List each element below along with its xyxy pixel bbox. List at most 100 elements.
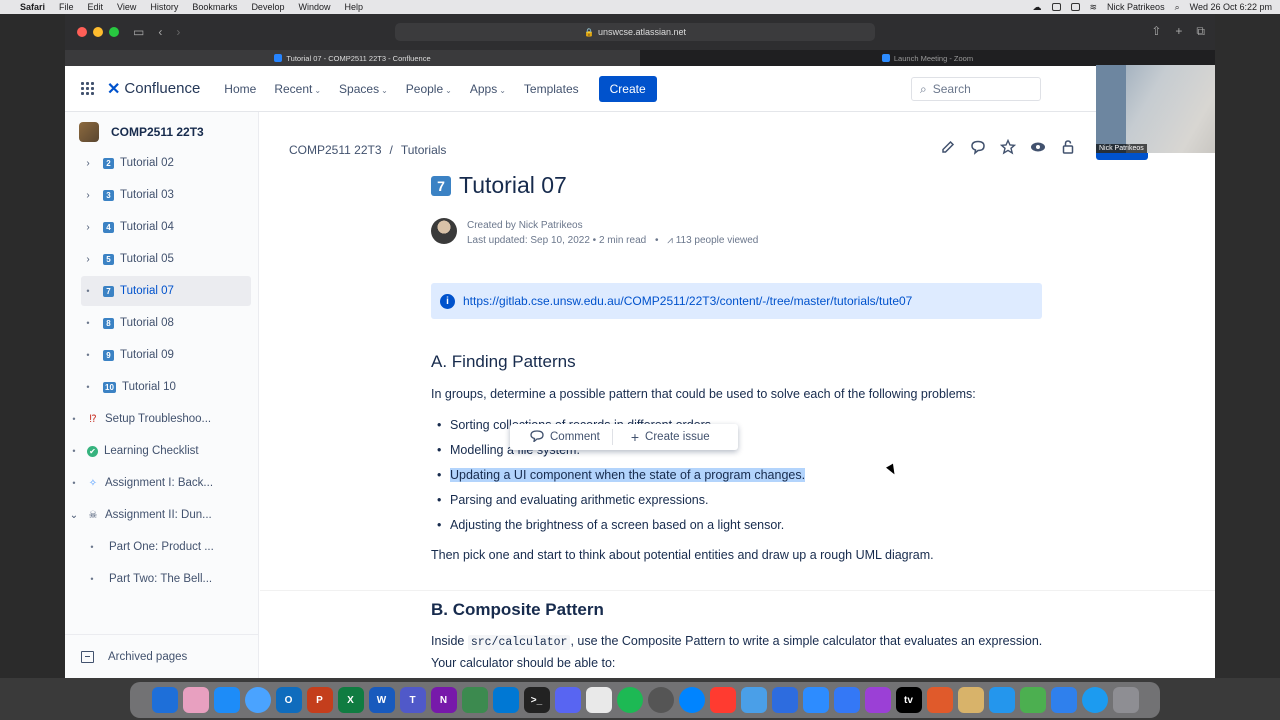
docker-icon[interactable] <box>988 687 1015 713</box>
nav-apps[interactable]: Apps ⌄ <box>470 82 506 96</box>
github-desktop-icon[interactable] <box>461 687 488 713</box>
chevron-right-icon[interactable]: › <box>81 254 95 265</box>
android-icon[interactable] <box>1019 687 1046 713</box>
nav-recent[interactable]: Recent ⌄ <box>274 82 321 96</box>
launchpad-icon[interactable] <box>182 687 209 713</box>
slack-icon[interactable] <box>585 687 612 713</box>
vscode-icon[interactable] <box>492 687 519 713</box>
word-icon[interactable]: W <box>368 687 395 713</box>
watch-icon[interactable] <box>1030 139 1046 155</box>
sidebar-item-learning-checklist[interactable]: • ✔ Learning Checklist <box>67 436 237 466</box>
menu-develop[interactable]: Develop <box>251 2 284 12</box>
apple-tv-icon[interactable]: tv <box>895 687 922 713</box>
menu-app[interactable]: Safari <box>20 2 45 12</box>
zoom-button[interactable] <box>109 27 119 37</box>
chatgpt-icon[interactable] <box>647 687 674 713</box>
minimize-button[interactable] <box>93 27 103 37</box>
mail-icon[interactable] <box>1050 687 1077 713</box>
user-name[interactable]: Nick Patrikeos <box>1107 2 1165 12</box>
game-icon[interactable] <box>957 687 984 713</box>
messenger-icon[interactable] <box>678 687 705 713</box>
edit-icon[interactable] <box>940 139 956 155</box>
menu-bookmarks[interactable]: Bookmarks <box>192 2 237 12</box>
trash-icon[interactable] <box>1112 687 1139 713</box>
sidebar-item-tutorial-07[interactable]: • 7 Tutorial 07 <box>81 276 251 306</box>
nav-templates[interactable]: Templates <box>524 82 579 96</box>
star-icon[interactable] <box>1000 139 1016 155</box>
sidebar-item-setup[interactable]: • ⁉ Setup Troubleshoo... <box>67 404 237 434</box>
sidebar-item-tutorial-05[interactable]: › 5 Tutorial 05 <box>81 244 251 274</box>
create-button[interactable]: Create <box>598 75 657 102</box>
author-avatar[interactable] <box>431 218 457 244</box>
dots-app-icon[interactable] <box>771 687 798 713</box>
app-store-icon[interactable] <box>213 687 240 713</box>
comment-icon[interactable] <box>970 139 986 155</box>
menu-history[interactable]: History <box>150 2 178 12</box>
preview-icon[interactable] <box>833 687 860 713</box>
chevron-right-icon[interactable]: › <box>81 222 95 233</box>
chevron-right-icon[interactable]: › <box>81 190 95 201</box>
nav-spaces[interactable]: Spaces ⌄ <box>339 82 388 96</box>
back-icon[interactable]: ‹ <box>158 25 162 39</box>
breadcrumb-space[interactable]: COMP2511 22T3 <box>289 143 382 157</box>
onenote-icon[interactable]: N <box>430 687 457 713</box>
close-button[interactable] <box>77 27 87 37</box>
tab-overview-icon[interactable]: ⧉ <box>1196 24 1205 39</box>
sidebar-item-tutorial-02[interactable]: › 2 Tutorial 02 <box>81 148 251 178</box>
sidebar-item-tutorial-04[interactable]: › 4 Tutorial 04 <box>81 212 251 242</box>
icloud-icon[interactable] <box>740 687 767 713</box>
sidebar-item-tutorial-09[interactable]: • 9 Tutorial 09 <box>81 340 251 370</box>
space-header[interactable]: COMP2511 22T3 <box>65 112 258 152</box>
app-switcher-icon[interactable] <box>81 81 95 96</box>
confluence-logo[interactable]: ✕ Confluence <box>107 79 200 99</box>
highlighted-text[interactable]: Updating a UI component when the state o… <box>450 468 806 482</box>
status-icon[interactable] <box>1051 3 1061 11</box>
nav-home[interactable]: Home <box>224 82 256 96</box>
menu-view[interactable]: View <box>117 2 136 12</box>
chevron-right-icon[interactable]: › <box>81 158 95 169</box>
sidebar-item-tutorial-10[interactable]: • 10 Tutorial 10 <box>81 372 251 402</box>
speed-icon[interactable] <box>1081 687 1108 713</box>
sidebar-item-tutorial-03[interactable]: › 3 Tutorial 03 <box>81 180 251 210</box>
git-icon[interactable] <box>926 687 953 713</box>
safari-icon[interactable] <box>244 687 271 713</box>
breadcrumb-tutorials[interactable]: Tutorials <box>401 143 447 157</box>
podcasts-icon[interactable] <box>864 687 891 713</box>
create-issue-button[interactable]: + Create issue <box>613 429 722 445</box>
gitlab-link[interactable]: https://gitlab.cse.unsw.edu.au/COMP2511/… <box>463 294 912 308</box>
archived-pages-link[interactable]: Archived pages <box>65 634 259 678</box>
menu-edit[interactable]: Edit <box>88 2 104 12</box>
chevron-down-icon[interactable]: ⌄ <box>67 510 81 521</box>
outlook-icon[interactable]: O <box>275 687 302 713</box>
menu-help[interactable]: Help <box>344 2 363 12</box>
tab-confluence[interactable]: Tutorial 07 - COMP2511 22T3 - Confluence <box>65 50 640 66</box>
restrictions-icon[interactable] <box>1060 139 1076 155</box>
address-bar[interactable]: 🔒 unswcse.atlassian.net <box>395 23 875 41</box>
share-icon[interactable]: ⇧ <box>1151 24 1161 39</box>
spotify-icon[interactable] <box>616 687 643 713</box>
discord-icon[interactable] <box>554 687 581 713</box>
sidebar-item-tutorial-08[interactable]: • 8 Tutorial 08 <box>81 308 251 338</box>
search-input[interactable]: ⌕ Search <box>911 77 1041 101</box>
sidebar-item-assignment-1[interactable]: • ✧ Assignment I: Back... <box>67 468 237 498</box>
wifi-icon[interactable]: ≋ <box>1090 2 1098 13</box>
menu-file[interactable]: File <box>59 2 74 12</box>
sidebar-toggle-icon[interactable]: ▭ <box>133 25 144 39</box>
cloud-icon[interactable]: ☁ <box>1033 2 1042 13</box>
terminal-icon[interactable]: >_ <box>523 687 550 713</box>
datetime[interactable]: Wed 26 Oct 6:22 pm <box>1190 2 1272 12</box>
comment-button[interactable]: Comment <box>510 429 612 445</box>
sidebar-item-assignment-2[interactable]: ⌄ ☠ Assignment II: Dun... <box>67 500 237 530</box>
search-icon[interactable]: ⌕ <box>1175 2 1180 13</box>
zoom-icon[interactable] <box>802 687 829 713</box>
forward-icon[interactable]: › <box>176 25 180 39</box>
teams-icon[interactable]: T <box>399 687 426 713</box>
news-icon[interactable] <box>709 687 736 713</box>
status-icon[interactable] <box>1070 3 1080 11</box>
menu-window[interactable]: Window <box>298 2 330 12</box>
excel-icon[interactable]: X <box>337 687 364 713</box>
tab-zoom[interactable]: Launch Meeting - Zoom <box>640 50 1215 66</box>
finder-icon[interactable] <box>151 687 178 713</box>
new-tab-icon[interactable]: + <box>1175 24 1182 39</box>
sidebar-item-part-one[interactable]: • Part One: Product ... <box>85 532 245 562</box>
